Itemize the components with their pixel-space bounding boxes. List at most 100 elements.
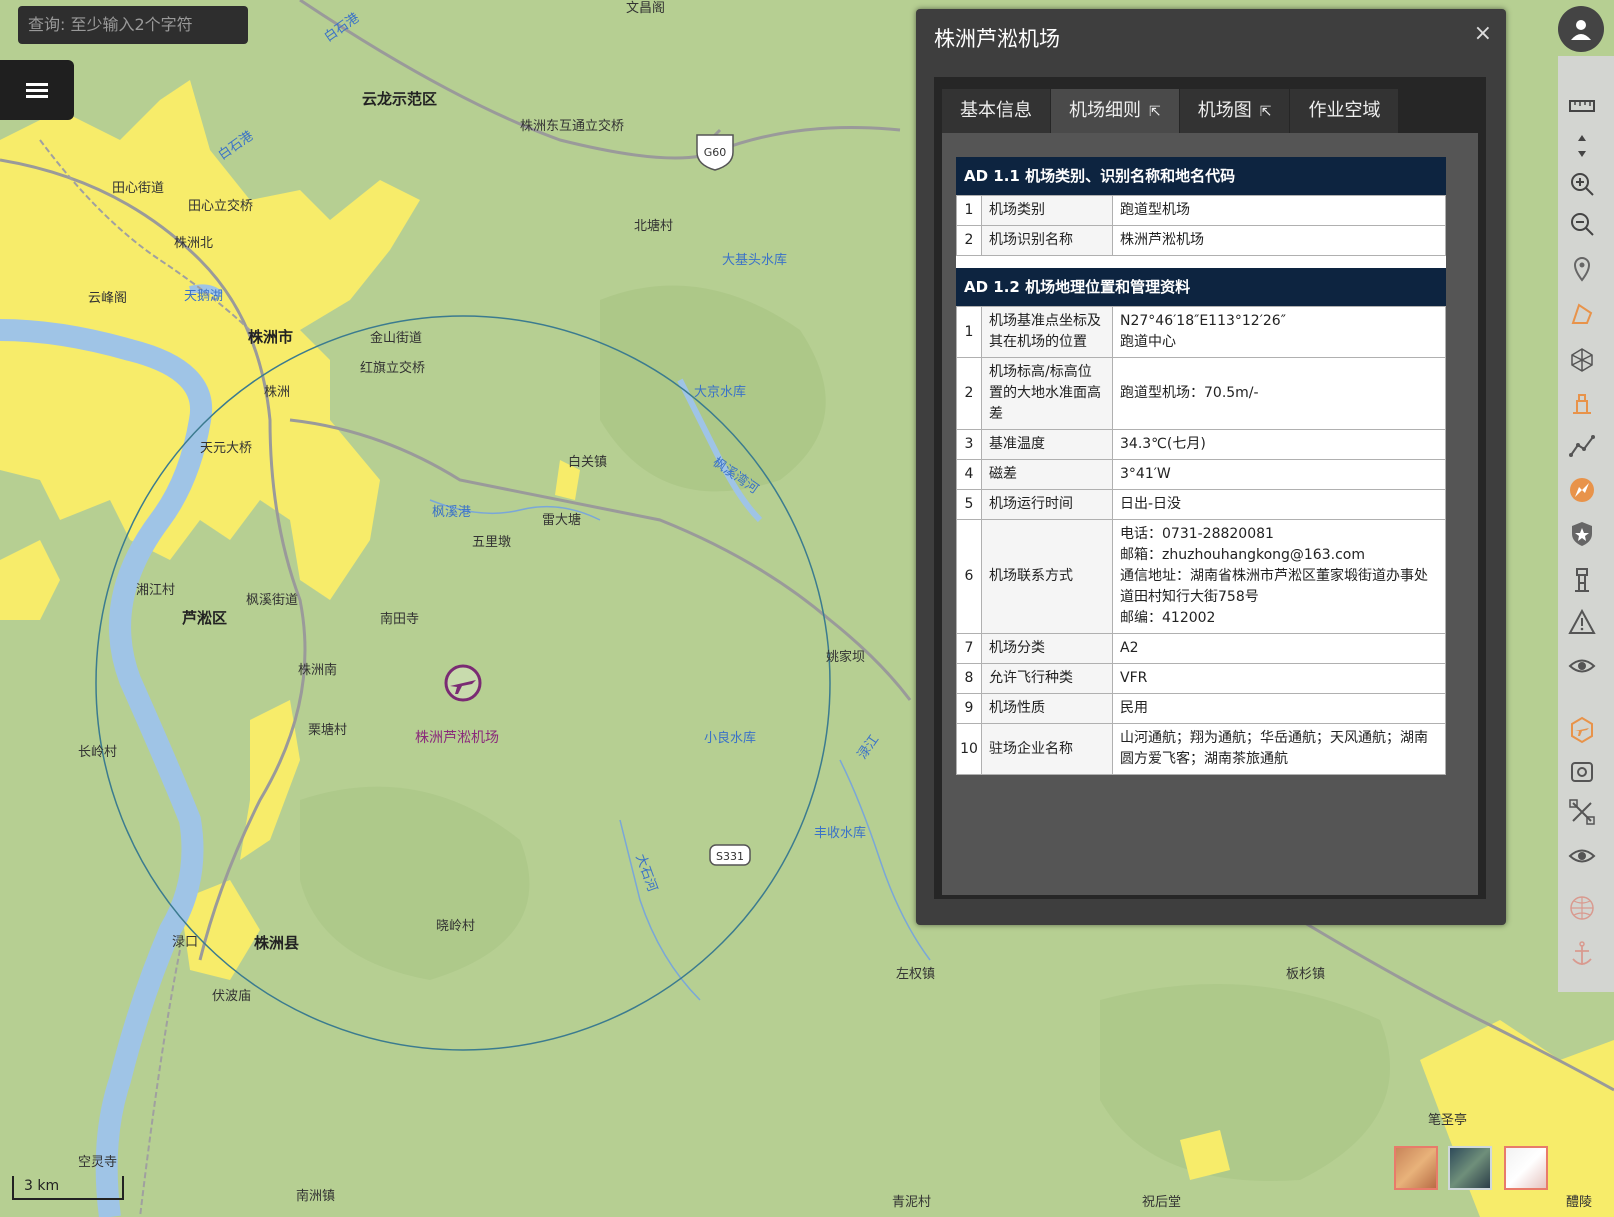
road-shield-g60: G60 — [696, 134, 734, 171]
water-label: 大基头水库 — [722, 252, 787, 268]
airport-info-panel: 株洲芦淞机场 × 基本信息 机场细则 ⇱ 机场图 ⇱ 作业空域 AD 1.1 机场类… — [916, 9, 1506, 925]
row-number: 6 — [956, 519, 982, 634]
airport-icon-button[interactable] — [1564, 712, 1600, 748]
row-value: 日出-日没 — [1112, 489, 1446, 520]
place-label: 株洲东互通立交桥 — [520, 118, 624, 134]
globe-icon-button[interactable] — [1564, 890, 1600, 926]
row-value: 民用 — [1112, 693, 1446, 724]
place-label: 醴陵 — [1566, 1195, 1592, 1210]
tab-label: 机场细则 — [1069, 100, 1141, 121]
scale-bar: 3 km — [12, 1176, 124, 1200]
airport-marker[interactable] — [444, 664, 482, 702]
polygon-icon-button[interactable] — [1564, 296, 1600, 332]
tab-label: 作业空域 — [1308, 100, 1381, 121]
tab-basic-info[interactable]: 基本信息 — [942, 89, 1050, 133]
close-icon[interactable]: × — [1474, 21, 1492, 46]
eye-icon — [1568, 849, 1596, 863]
table-row: 7 机场分类 A2 — [956, 633, 1446, 664]
row-number: 10 — [956, 723, 982, 775]
row-number: 2 — [956, 357, 982, 430]
route-line-icon-button[interactable] — [1564, 428, 1600, 464]
warning-icon — [1568, 608, 1596, 634]
external-link-icon: ⇱ — [1259, 104, 1272, 120]
hexagon-icon-button[interactable] — [1564, 342, 1600, 378]
shield-star-icon-button[interactable] — [1564, 516, 1600, 552]
satellite-icon-button[interactable] — [1564, 794, 1600, 830]
section-table: 1 机场类别 跑道型机场 2 机场识别名称 株洲芦淞机场 — [956, 195, 1446, 256]
place-label: 南洲镇 — [296, 1188, 335, 1204]
location-pin-icon-button[interactable] — [1564, 250, 1600, 286]
place-label: 长岭村 — [78, 745, 117, 760]
road-label-g60: G60 — [704, 146, 727, 159]
compass-icon-button[interactable] — [1564, 472, 1600, 508]
place-label: 株洲 — [264, 385, 290, 400]
row-key: 机场标高/标高位置的大地水准面高差 — [981, 357, 1113, 430]
place-label: 白关镇 — [568, 454, 607, 470]
zoom-out-icon-button[interactable] — [1564, 206, 1600, 242]
pan-arrows-icon — [1578, 135, 1586, 157]
eye-icon-button[interactable] — [1564, 838, 1600, 874]
row-key: 机场类别 — [981, 195, 1113, 226]
location-pin-icon — [1573, 257, 1591, 282]
row-key: 机场运行时间 — [981, 489, 1113, 520]
tab-operation-airspace[interactable]: 作业空域 — [1290, 89, 1399, 133]
water-label: 大京水库 — [694, 384, 746, 400]
place-label: 南田寺 — [380, 611, 419, 627]
panel-body: 基本信息 机场细则 ⇱ 机场图 ⇱ 作业空域 AD 1.1 机场类别、识别名称和地名… — [934, 77, 1486, 899]
user-icon — [1571, 20, 1591, 40]
tab-label: 机场图 — [1197, 100, 1252, 121]
row-key: 机场联系方式 — [981, 519, 1113, 634]
place-label: 雷大塘 — [542, 512, 581, 528]
tab-bar: 基本信息 机场细则 ⇱ 机场图 ⇱ 作业空域 — [942, 89, 1399, 133]
row-value: A2 — [1112, 633, 1446, 664]
ruler-icon-button[interactable] — [1564, 88, 1600, 124]
place-label: 云峰阁 — [88, 291, 127, 306]
place-label: 渌口 — [172, 935, 198, 950]
airport-facility-icon-button[interactable] — [1564, 384, 1600, 420]
layer-satellite-thumb[interactable] — [1448, 1146, 1492, 1190]
place-label: 株洲市 — [248, 328, 293, 346]
table-row: 5 机场运行时间 日出-日没 — [956, 489, 1446, 520]
warning-icon-button[interactable] — [1564, 604, 1600, 640]
section-heading: AD 1.1 机场类别、识别名称和地名代码 — [956, 157, 1446, 195]
search-input[interactable]: 查询: 至少输入2个字符 — [18, 6, 248, 44]
ruler-icon — [1569, 100, 1595, 112]
road-label-s331: S331 — [716, 850, 744, 863]
row-key: 允许飞行种类 — [981, 663, 1113, 694]
tab-content[interactable]: AD 1.1 机场类别、识别名称和地名代码 1 机场类别 跑道型机场 2 机场识… — [942, 133, 1478, 895]
table-row: 8 允许飞行种类 VFR — [956, 663, 1446, 694]
tab-airport-details[interactable]: 机场细则 ⇱ — [1051, 89, 1179, 133]
place-label: 姚家坝 — [826, 649, 865, 665]
table-row: 1 机场基准点坐标及其在机场的位置 N27°46′18″E113°12′26″ 跑道… — [956, 306, 1446, 358]
row-value: 山河通航；翔为通航；华岳通航；天风通航；湖南圆方爱飞客；湖南茶旅通航 — [1112, 723, 1446, 775]
menu-button[interactable] — [0, 60, 74, 120]
airport-icon — [1571, 716, 1593, 744]
row-number: 2 — [956, 225, 982, 256]
water-label: 枫溪港 — [432, 505, 471, 520]
zoom-in-icon-button[interactable] — [1564, 166, 1600, 202]
row-key: 机场分类 — [981, 633, 1113, 664]
place-label: 株洲北 — [174, 236, 213, 251]
row-number: 5 — [956, 489, 982, 520]
tab-airport-chart[interactable]: 机场图 ⇱ — [1179, 89, 1290, 133]
airport-label: 株洲芦淞机场 — [415, 730, 499, 746]
place-label: 左权镇 — [896, 966, 935, 982]
external-link-icon: ⇱ — [1149, 104, 1161, 120]
eye-icon-button[interactable] — [1564, 648, 1600, 684]
layer-terrain-thumb[interactable] — [1394, 1146, 1438, 1190]
anchor-icon — [1572, 941, 1592, 965]
row-value: 跑道型机场 — [1112, 195, 1446, 226]
anchor-icon-button[interactable] — [1564, 936, 1600, 972]
layer-blank-thumb[interactable] — [1504, 1146, 1548, 1190]
place-label: 田心立交桥 — [188, 198, 253, 214]
water-label: 丰收水库 — [814, 825, 866, 841]
row-key: 驻场企业名称 — [981, 723, 1113, 775]
place-label: 枫溪街道 — [246, 593, 298, 608]
place-label: 北塘村 — [634, 218, 673, 234]
camera-icon-button[interactable] — [1564, 754, 1600, 790]
row-key: 机场识别名称 — [981, 225, 1113, 256]
table-row: 1 机场类别 跑道型机场 — [956, 195, 1446, 226]
user-avatar[interactable] — [1558, 6, 1604, 52]
pan-arrows-icon-button[interactable] — [1564, 128, 1600, 164]
tower-icon-button[interactable] — [1564, 562, 1600, 598]
